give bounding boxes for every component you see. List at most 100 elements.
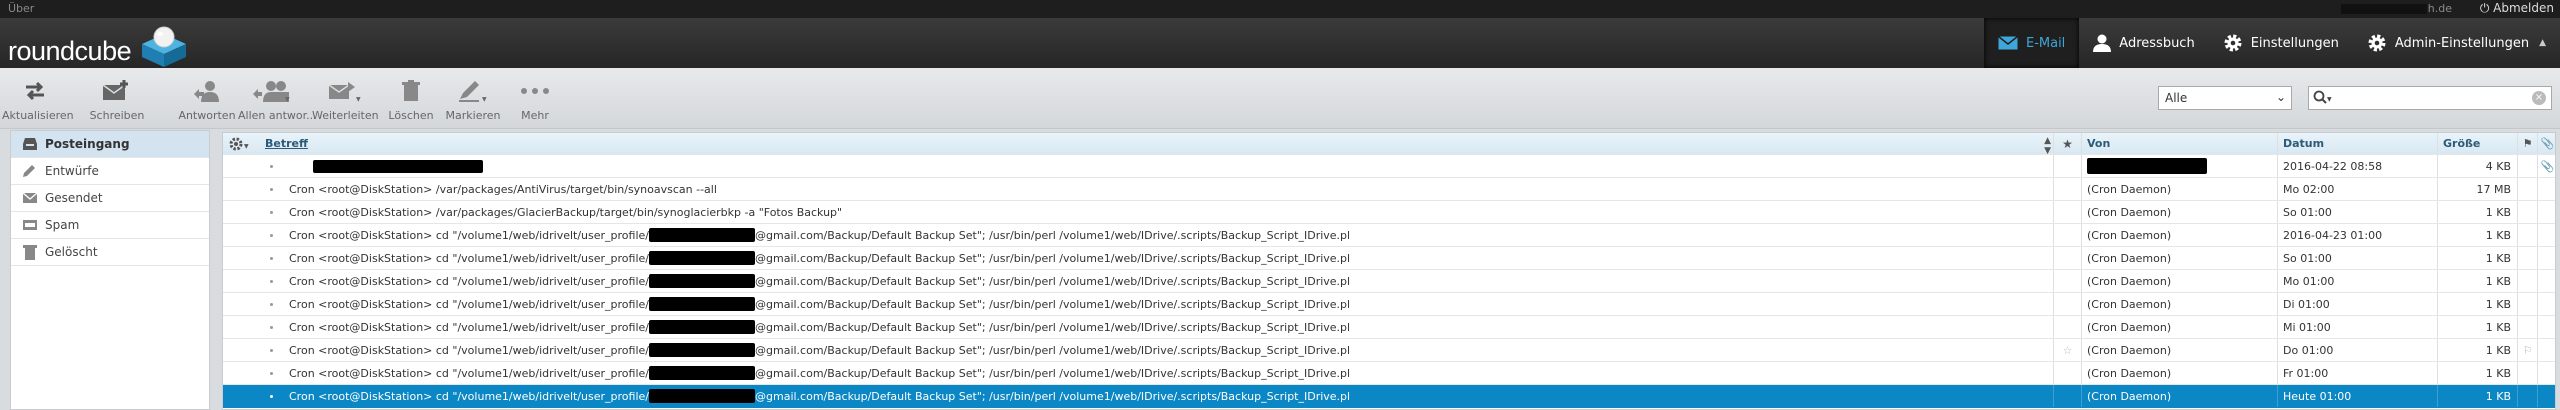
message-list: ▼ Betreff ▲ ▼ ★ Von Datum Größe ⚑ 📎 2016-…	[222, 132, 2556, 410]
message-star[interactable]	[2053, 247, 2081, 269]
filter-value: Alle	[2165, 91, 2188, 105]
more-button[interactable]: Mehr	[502, 76, 568, 122]
folder-item-entwürfe[interactable]: Entwürfe	[11, 158, 209, 185]
message-row[interactable]: Cron <root@DiskStation> cd "/volume1/web…	[223, 362, 2555, 385]
nav-admin-settings[interactable]: Admin-Einstellungen ▲	[2353, 18, 2560, 68]
message-flag[interactable]	[2517, 201, 2537, 223]
refresh-icon	[26, 81, 44, 101]
message-subject[interactable]: Cron <root@DiskStation> /var/packages/Gl…	[223, 201, 2053, 223]
message-star[interactable]	[2053, 201, 2081, 223]
message-star[interactable]	[2053, 362, 2081, 384]
subject-text: Cron <root@DiskStation> cd "/volume1/web…	[289, 251, 649, 265]
logout-button[interactable]: ⏻ Abmelden	[2480, 1, 2554, 16]
message-from[interactable]: (Cron Daemon)	[2081, 293, 2277, 315]
message-from[interactable]: (Cron Daemon)	[2081, 247, 2277, 269]
message-from[interactable]: (Cron Daemon)	[2081, 339, 2277, 361]
search-box[interactable]: ▼ ×	[2308, 86, 2552, 110]
message-row[interactable]: 2016-04-22 08:58 4 KB 📎	[223, 155, 2555, 178]
message-row[interactable]: Cron <root@DiskStation> cd "/volume1/web…	[223, 316, 2555, 339]
column-subject[interactable]: Betreff	[223, 133, 2053, 154]
nav-addressbook[interactable]: Adressbuch	[2079, 18, 2208, 68]
column-attachment[interactable]: 📎	[2537, 133, 2555, 154]
size-text: 1 KB	[2485, 343, 2511, 357]
message-row[interactable]: Cron <root@DiskStation> /var/packages/An…	[223, 178, 2555, 201]
message-from[interactable]: (Cron Daemon)	[2081, 224, 2277, 246]
column-from[interactable]: Von	[2081, 133, 2277, 154]
reply-button[interactable]: Antworten	[174, 76, 240, 122]
message-subject[interactable]: Cron <root@DiskStation> cd "/volume1/web…	[223, 385, 2053, 407]
message-flag[interactable]	[2517, 385, 2537, 407]
message-flag[interactable]	[2517, 362, 2537, 384]
message-row[interactable]: Cron <root@DiskStation> cd "/volume1/web…	[223, 385, 2555, 408]
message-row[interactable]: Cron <root@DiskStation> cd "/volume1/web…	[223, 224, 2555, 247]
column-size[interactable]: Größe	[2437, 133, 2517, 154]
nav-settings[interactable]: Einstellungen	[2209, 18, 2353, 68]
message-from[interactable]: (Cron Daemon)	[2081, 178, 2277, 200]
message-star[interactable]	[2053, 385, 2081, 407]
nav-email[interactable]: E-Mail	[1983, 18, 2080, 68]
folder-item-gesendet[interactable]: Gesendet	[11, 185, 209, 212]
message-subject[interactable]: Cron <root@DiskStation> cd "/volume1/web…	[223, 224, 2053, 246]
message-subject[interactable]: Cron <root@DiskStation> cd "/volume1/web…	[223, 339, 2053, 361]
message-flag[interactable]	[2517, 247, 2537, 269]
message-subject[interactable]: Cron <root@DiskStation> cd "/volume1/web…	[223, 316, 2053, 338]
compose-button[interactable]: Schreiben	[84, 76, 150, 122]
message-from[interactable]	[2081, 155, 2277, 177]
clear-search-icon[interactable]: ×	[2532, 91, 2546, 105]
folder-item-posteingang[interactable]: Posteingang	[11, 131, 209, 158]
message-row[interactable]: Cron <root@DiskStation> cd "/volume1/web…	[223, 293, 2555, 316]
message-from[interactable]: (Cron Daemon)	[2081, 201, 2277, 223]
message-subject[interactable]: Cron <root@DiskStation> cd "/volume1/web…	[223, 293, 2053, 315]
search-input[interactable]	[2333, 89, 2523, 107]
message-flag[interactable]	[2517, 224, 2537, 246]
chevron-up-icon[interactable]: ▲	[2539, 38, 2546, 48]
message-subject[interactable]: Cron <root@DiskStation> cd "/volume1/web…	[223, 247, 2053, 269]
message-row[interactable]: Cron <root@DiskStation> cd "/volume1/web…	[223, 270, 2555, 293]
inbox-icon	[21, 137, 39, 151]
redaction	[649, 389, 755, 403]
message-row[interactable]: Cron <root@DiskStation> /var/packages/Gl…	[223, 201, 2555, 224]
message-star[interactable]: ☆	[2053, 339, 2081, 361]
message-star[interactable]	[2053, 293, 2081, 315]
search-icon[interactable]: ▼	[2313, 90, 2333, 106]
column-flag[interactable]: ⚑	[2517, 133, 2537, 154]
message-from[interactable]: (Cron Daemon)	[2081, 362, 2277, 384]
message-star[interactable]	[2053, 224, 2081, 246]
message-date: 2016-04-23 01:00	[2277, 224, 2437, 246]
folder-item-gelöscht[interactable]: Gelöscht	[11, 239, 209, 266]
message-flag[interactable]	[2517, 293, 2537, 315]
mark-button[interactable]: ▼ Markieren	[440, 76, 506, 122]
reply-all-button[interactable]: ▼ Allen antwor...	[238, 76, 317, 122]
message-flag[interactable]	[2517, 178, 2537, 200]
filter-select[interactable]: Alle ⌄	[2158, 86, 2292, 110]
message-flag[interactable]: ⚐	[2517, 339, 2537, 361]
folder-item-spam[interactable]: Spam	[11, 212, 209, 239]
message-star[interactable]	[2053, 178, 2081, 200]
about-link[interactable]: Über	[8, 2, 34, 15]
message-subject[interactable]: Cron <root@DiskStation> /var/packages/An…	[223, 178, 2053, 200]
message-from[interactable]: (Cron Daemon)	[2081, 270, 2277, 292]
message-subject[interactable]	[223, 155, 2053, 177]
delete-button[interactable]: Löschen	[378, 76, 444, 122]
column-date[interactable]: Datum	[2277, 133, 2437, 154]
message-star[interactable]	[2053, 270, 2081, 292]
date-text: Di 01:00	[2283, 297, 2330, 311]
mark-label: Markieren	[445, 109, 501, 122]
sort-arrows-icon[interactable]: ▲ ▼	[2044, 136, 2051, 156]
message-star[interactable]	[2053, 316, 2081, 338]
message-from[interactable]: (Cron Daemon)	[2081, 385, 2277, 407]
message-subject[interactable]: Cron <root@DiskStation> cd "/volume1/web…	[223, 362, 2053, 384]
refresh-button[interactable]: Aktualisieren	[2, 76, 74, 122]
message-flag[interactable]	[2517, 155, 2537, 177]
size-text: 1 KB	[2485, 274, 2511, 288]
message-flag[interactable]	[2517, 316, 2537, 338]
message-from[interactable]: (Cron Daemon)	[2081, 316, 2277, 338]
message-flag[interactable]	[2517, 270, 2537, 292]
message-row[interactable]: Cron <root@DiskStation> cd "/volume1/web…	[223, 247, 2555, 270]
message-row[interactable]: Cron <root@DiskStation> cd "/volume1/web…	[223, 339, 2555, 362]
column-star[interactable]: ★	[2053, 133, 2081, 154]
forward-button[interactable]: ▼ Weiterleiten	[312, 76, 379, 122]
message-star[interactable]	[2053, 155, 2081, 177]
message-subject[interactable]: Cron <root@DiskStation> cd "/volume1/web…	[223, 270, 2053, 292]
from-text: (Cron Daemon)	[2087, 297, 2172, 311]
